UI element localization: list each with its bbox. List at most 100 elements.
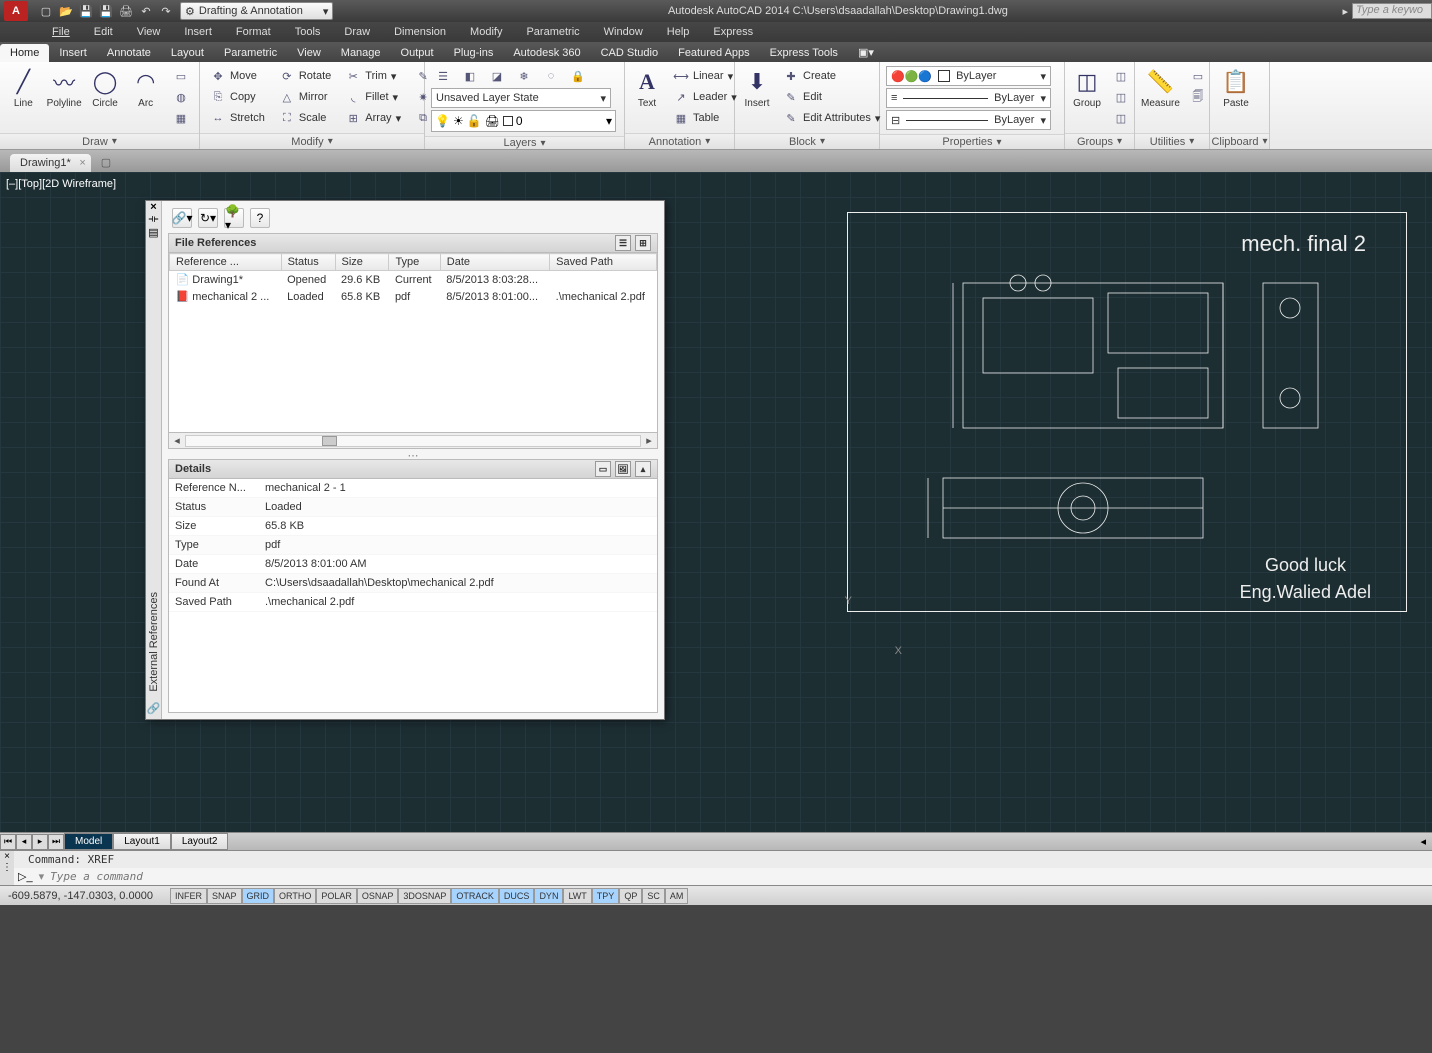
tab-expresstools[interactable]: Express Tools — [760, 44, 848, 62]
fillet-button[interactable]: ◟Fillet ▾ — [341, 87, 405, 107]
detail-row[interactable]: Saved Path.\mechanical 2.pdf — [169, 593, 657, 612]
move-button[interactable]: ✥Move — [206, 66, 269, 86]
prev-icon[interactable]: ◂ — [16, 834, 32, 850]
paste-button[interactable]: 📋Paste — [1216, 66, 1256, 109]
array-button[interactable]: ⊞Array ▾ — [341, 108, 405, 128]
status-otrack[interactable]: OTRACK — [451, 888, 499, 904]
stretch-button[interactable]: ↔Stretch — [206, 108, 269, 128]
laymatch-button[interactable]: ◧ — [458, 66, 482, 86]
panel-title-clipboard[interactable]: Clipboard ▾ — [1210, 133, 1269, 149]
tab-layout[interactable]: Layout — [161, 44, 214, 62]
menu-parametric[interactable]: Parametric — [514, 24, 591, 40]
leader-button[interactable]: ↗Leader ▾ — [669, 87, 741, 107]
pdf-underlay[interactable]: mech. final 2 Good luck Eng.Walied Adel — [847, 212, 1407, 612]
layprop-button[interactable]: ☰ — [431, 66, 455, 86]
ribbon-collapse-icon[interactable]: ▣▾ — [848, 43, 884, 62]
menu-dimension[interactable]: Dimension — [382, 24, 458, 40]
detail-row[interactable]: Reference N...mechanical 2 - 1 — [169, 479, 657, 498]
line-button[interactable]: ╱Line — [6, 66, 41, 109]
scroll-track[interactable] — [185, 435, 641, 447]
status-snap[interactable]: SNAP — [207, 888, 242, 904]
tab-parametric[interactable]: Parametric — [214, 44, 287, 62]
workspace-dropdown[interactable]: ⚙ Drafting & Annotation ▾ — [180, 2, 333, 20]
col-reference[interactable]: Reference ... — [170, 254, 282, 271]
menu-file[interactable]: File — [40, 24, 82, 40]
detail-row[interactable]: StatusLoaded — [169, 498, 657, 517]
edit-button[interactable]: ✎Edit — [779, 87, 884, 107]
save-icon[interactable]: 💾 — [78, 3, 94, 19]
menu-format[interactable]: Format — [224, 24, 283, 40]
circle-button[interactable]: ◯Circle — [88, 66, 123, 109]
command-input[interactable] — [50, 870, 1428, 883]
col-status[interactable]: Status — [281, 254, 335, 271]
last-icon[interactable]: ⏭ — [48, 834, 64, 850]
table-button[interactable]: ▦Table — [669, 108, 741, 128]
table-row[interactable]: 📄 Drawing1* Opened 29.6 KB Current 8/5/2… — [170, 271, 657, 289]
lineweight-dropdown[interactable]: ≡ByLayer▾ — [886, 88, 1051, 108]
tab-model[interactable]: Model — [64, 833, 113, 850]
tab-home[interactable]: Home — [0, 44, 49, 62]
tab-cadstudio[interactable]: CAD Studio — [591, 44, 668, 62]
arc-button[interactable]: ◠Arc — [128, 66, 163, 109]
help-search[interactable]: Type a keywo — [1352, 3, 1432, 19]
attach-button[interactable]: 🔗▾ — [172, 208, 192, 228]
tab-plugins[interactable]: Plug-ins — [444, 44, 504, 62]
list-view-icon[interactable]: ☰ — [615, 235, 631, 251]
measure-button[interactable]: 📏Measure — [1141, 66, 1180, 109]
insert-button[interactable]: ⬇Insert — [741, 66, 773, 109]
first-icon[interactable]: ⏮ — [0, 834, 16, 850]
panel-title-layers[interactable]: Layers ▾ — [425, 136, 624, 149]
tab-layout1[interactable]: Layout1 — [113, 833, 171, 850]
polyline-button[interactable]: 〰Polyline — [47, 66, 82, 109]
tree-button[interactable]: 🌳▾ — [224, 208, 244, 228]
rotate-button[interactable]: ⟳Rotate — [275, 66, 335, 86]
app-logo[interactable]: A — [4, 1, 28, 21]
layer-state-dropdown[interactable]: Unsaved Layer State▾ — [431, 88, 611, 108]
status-3dosnap[interactable]: 3DOSNAP — [398, 888, 451, 904]
detail-row[interactable]: Date8/5/2013 8:01:00 AM — [169, 555, 657, 574]
linear-button[interactable]: ⟷Linear ▾ — [669, 66, 741, 86]
scroll-left-icon[interactable]: ◂ — [169, 434, 185, 447]
create-button[interactable]: ✚Create — [779, 66, 884, 86]
status-qp[interactable]: QP — [619, 888, 642, 904]
layiso-button[interactable]: ◪ — [485, 66, 509, 86]
preview-icon[interactable]: 🖼 — [615, 461, 631, 477]
tab-manage[interactable]: Manage — [331, 44, 391, 62]
tab-view[interactable]: View — [287, 44, 331, 62]
status-osnap[interactable]: OSNAP — [357, 888, 399, 904]
scroll-left-icon[interactable]: ◂ — [1420, 835, 1432, 848]
group-button[interactable]: ◫Group — [1071, 66, 1103, 109]
menu-edit[interactable]: Edit — [82, 24, 125, 40]
status-ducs[interactable]: DUCS — [499, 888, 535, 904]
viewport-label[interactable]: [–][Top][2D Wireframe] — [6, 178, 116, 190]
menu-tools[interactable]: Tools — [283, 24, 333, 40]
help-button[interactable]: ? — [250, 208, 270, 228]
menu-view[interactable]: View — [125, 24, 173, 40]
menu-help[interactable]: Help — [655, 24, 702, 40]
redo-icon[interactable]: ↷ — [158, 3, 174, 19]
detail-view-icon[interactable]: ▭ — [595, 461, 611, 477]
panel-title-block[interactable]: Block ▾ — [735, 133, 879, 149]
pin-icon[interactable]: ⟛ — [149, 213, 159, 226]
layoff-button[interactable]: ◌ — [539, 66, 563, 86]
col-type[interactable]: Type — [389, 254, 440, 271]
print-icon[interactable]: 🖨 — [118, 3, 134, 19]
editattr-button[interactable]: ✎Edit Attributes ▾ — [779, 108, 884, 128]
status-polar[interactable]: POLAR — [316, 888, 357, 904]
layer-dropdown[interactable]: 💡 ☀ 🔓 🖨 0 ▾ — [431, 110, 616, 132]
saveas-icon[interactable]: 💾 — [98, 3, 114, 19]
trim-button[interactable]: ✂Trim ▾ — [341, 66, 405, 86]
status-infer[interactable]: INFER — [170, 888, 207, 904]
menu-draw[interactable]: Draw — [332, 24, 382, 40]
table-row[interactable]: 📕 mechanical 2 ... Loaded 65.8 KB pdf 8/… — [170, 288, 657, 305]
tab-featured[interactable]: Featured Apps — [668, 44, 760, 62]
horizontal-scrollbar[interactable]: ◂ ▸ — [168, 433, 658, 449]
groupedit-button[interactable]: ◫ — [1109, 87, 1133, 107]
col-date[interactable]: Date — [440, 254, 549, 271]
ellipse-button[interactable]: ◍ — [169, 87, 193, 107]
tab-insert[interactable]: Insert — [49, 44, 97, 62]
status-am[interactable]: AM — [665, 888, 689, 904]
status-dyn[interactable]: DYN — [534, 888, 563, 904]
col-path[interactable]: Saved Path — [550, 254, 657, 271]
scroll-right-icon[interactable]: ▸ — [641, 434, 657, 447]
